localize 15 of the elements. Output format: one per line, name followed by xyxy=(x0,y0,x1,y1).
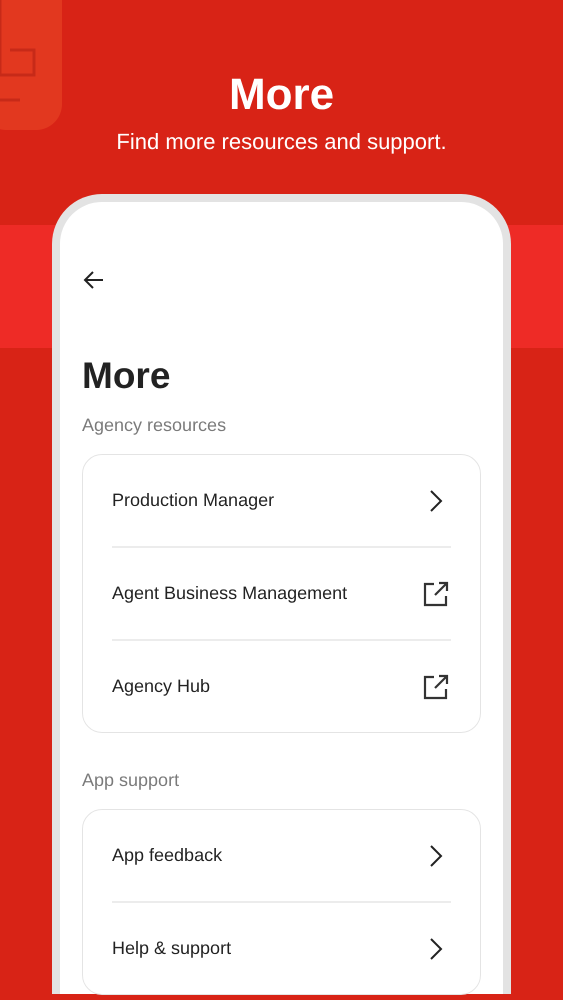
menu-item[interactable]: Agent Business Management xyxy=(112,583,348,604)
menu-item[interactable]: Production Manager xyxy=(112,490,274,511)
screen-title: More xyxy=(82,354,170,398)
external-link-icon xyxy=(423,674,449,700)
section-heading: Agency resources xyxy=(82,414,226,436)
banner-subtitle: Find more resources and support. xyxy=(115,128,448,156)
external-link-icon xyxy=(423,580,449,606)
chevron-right-icon xyxy=(429,488,443,512)
banner-title: More xyxy=(228,70,336,120)
chevron-right-icon xyxy=(429,936,443,960)
section-heading: App support xyxy=(82,769,180,791)
menu-item[interactable]: Help & support xyxy=(112,938,232,959)
menu-item[interactable]: App feedback xyxy=(112,845,222,866)
menu-item[interactable]: Agency Hub xyxy=(112,676,210,697)
chevron-right-icon xyxy=(429,844,443,868)
